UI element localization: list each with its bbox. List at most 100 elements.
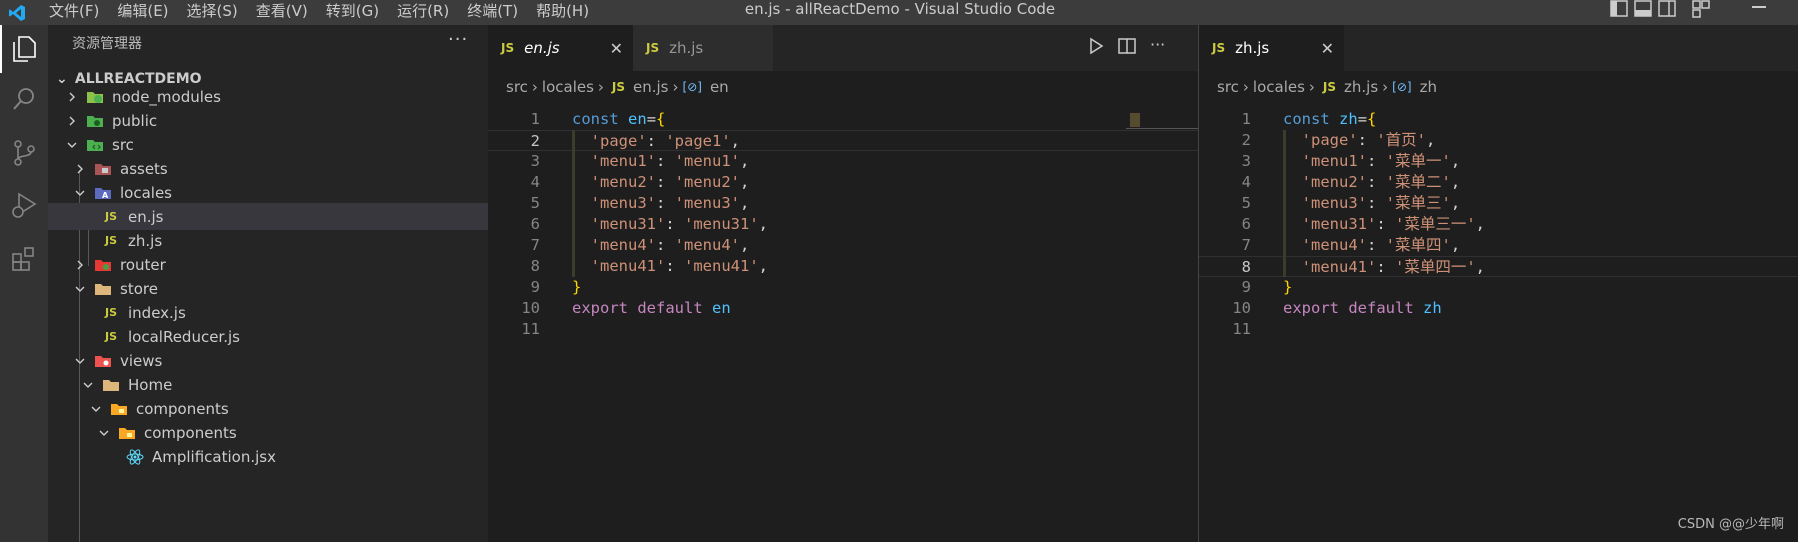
tree-item-local-reducer-js[interactable]: JS localReducer.js — [48, 323, 488, 350]
code-line[interactable]: 9} — [1199, 277, 1798, 298]
code-text: } — [572, 277, 581, 298]
run-icon[interactable] — [1088, 37, 1104, 55]
tree-item-en-js[interactable]: JS en.js — [48, 203, 488, 230]
tree-item-locales[interactable]: A locales — [48, 179, 488, 206]
tree-item-views[interactable]: views — [48, 347, 488, 374]
code-token: 'page1' — [665, 132, 731, 150]
tree-item-components-nested[interactable]: components — [48, 419, 488, 446]
line-number: 10 — [1232, 299, 1251, 317]
tree-item-assets[interactable]: assets — [48, 155, 488, 182]
code-token: : — [656, 236, 675, 254]
menu-view[interactable]: 查看(V) — [247, 0, 317, 25]
tab-zh-js[interactable]: JS zh.js — [633, 25, 773, 71]
customize-layout-icon[interactable] — [1692, 0, 1710, 18]
breadcrumb-symbol[interactable]: en — [710, 78, 729, 96]
code-line[interactable]: 2 'page': '首页', — [1199, 130, 1798, 151]
code-line[interactable]: 8 'menu41': '菜单四一', — [1199, 256, 1798, 277]
search-icon[interactable] — [0, 75, 48, 123]
code-line[interactable]: 2 'page': 'page1', — [488, 130, 1198, 151]
extensions-icon[interactable] — [0, 235, 48, 283]
code-token: , — [740, 173, 750, 191]
code-token: '菜单四一' — [1395, 258, 1476, 276]
tree-item-zh-js[interactable]: JS zh.js — [48, 227, 488, 254]
toggle-sidebar-icon[interactable] — [1610, 0, 1628, 18]
code-token: , — [730, 132, 741, 150]
title-bar: 文件(F) 编辑(E) 选择(S) 查看(V) 转到(G) 运行(R) 终端(T… — [0, 0, 1798, 25]
menu-run[interactable]: 运行(R) — [388, 0, 458, 25]
breadcrumb-src[interactable]: src — [1217, 78, 1239, 96]
breadcrumb-file[interactable]: en.js — [633, 78, 669, 96]
js-file-icon: JS — [1322, 80, 1337, 94]
tree-item-index-js[interactable]: JS index.js — [48, 299, 488, 326]
code-line[interactable]: 4 'menu2': 'menu2', — [488, 172, 1198, 193]
menu-file[interactable]: 文件(F) — [40, 0, 108, 25]
code-line[interactable]: 7 'menu4': '菜单四', — [1199, 235, 1798, 256]
menu-edit[interactable]: 编辑(E) — [108, 0, 177, 25]
code-line[interactable]: 10 export default en — [488, 298, 1198, 319]
tree-item-amplification-jsx[interactable]: Amplification.jsx — [48, 443, 488, 470]
tab-en-js[interactable]: JS en.js ✕ — [488, 25, 633, 71]
code-token: : — [1376, 215, 1395, 233]
breadcrumb: src › locales › JS en.js › [⊘] en — [506, 71, 729, 103]
source-control-icon[interactable] — [0, 129, 48, 177]
run-debug-icon[interactable] — [0, 181, 48, 229]
code-token: } — [572, 278, 582, 296]
code-line[interactable]: 4 'menu2': '菜单二', — [1199, 172, 1798, 193]
more-actions-icon[interactable]: ··· — [448, 29, 468, 50]
close-icon[interactable]: ✕ — [1321, 39, 1334, 58]
code-line[interactable]: 11 — [488, 319, 1198, 340]
toggle-panel-icon[interactable] — [1634, 0, 1652, 18]
breadcrumb-locales[interactable]: locales — [542, 78, 594, 96]
code-line[interactable]: 8 'menu41': 'menu41', — [488, 256, 1198, 277]
code-line[interactable]: 6 'menu31': '菜单三一', — [1199, 214, 1798, 235]
more-actions-icon[interactable]: ··· — [1150, 37, 1165, 55]
tree-item-home[interactable]: Home — [48, 371, 488, 398]
tree-item-router[interactable]: router — [48, 251, 488, 278]
code-line[interactable]: 3 'menu1': '菜单一', — [1199, 151, 1798, 172]
menu-selection[interactable]: 选择(S) — [178, 0, 247, 25]
code-token: , — [740, 152, 750, 170]
tree-item-store[interactable]: store — [48, 275, 488, 302]
code-line[interactable]: 5 'menu3': '菜单三', — [1199, 193, 1798, 214]
breadcrumb-locales[interactable]: locales — [1253, 78, 1305, 96]
code-line[interactable]: 11 — [1199, 319, 1798, 340]
explorer-icon[interactable] — [0, 25, 48, 73]
close-icon[interactable]: ✕ — [610, 39, 623, 58]
minimize-icon[interactable] — [1752, 6, 1766, 8]
code-token: , — [1450, 152, 1461, 170]
split-editor-icon[interactable] — [1118, 37, 1136, 55]
breadcrumb-src[interactable]: src — [506, 78, 528, 96]
code-line[interactable]: 3 'menu1': 'menu1', — [488, 151, 1198, 172]
code-line[interactable]: 1 const zh={ — [1199, 109, 1798, 130]
code-token: en — [712, 299, 731, 317]
tree-item-src[interactable]: src — [48, 131, 488, 158]
js-file-icon: JS — [501, 41, 515, 55]
tree-item-public[interactable]: public — [48, 107, 488, 134]
line-number: 9 — [1241, 278, 1251, 296]
menu-terminal[interactable]: 终端(T) — [458, 0, 527, 25]
menu-help[interactable]: 帮助(H) — [527, 0, 598, 25]
line-number: 5 — [1241, 194, 1251, 212]
code-line[interactable]: 9} — [488, 277, 1198, 298]
breadcrumb-symbol[interactable]: zh — [1420, 78, 1437, 96]
code-token: { — [1367, 110, 1377, 128]
code-line[interactable]: 5 'menu3': 'menu3', — [488, 193, 1198, 214]
breadcrumb-file[interactable]: zh.js — [1344, 78, 1378, 96]
code-line[interactable]: 10 export default zh — [1199, 298, 1798, 319]
minimap[interactable] — [1126, 109, 1198, 129]
tab-zh-js[interactable]: JS zh.js ✕ — [1199, 25, 1344, 71]
code-line[interactable]: 1 const en={ — [488, 109, 1198, 130]
folder-public-icon — [86, 113, 104, 129]
code-line[interactable]: 7 'menu4': 'menu4', — [488, 235, 1198, 256]
tree-item-components[interactable]: components — [48, 395, 488, 422]
code-token: , — [1426, 131, 1436, 149]
code-line[interactable]: 6 'menu31': 'menu31', — [488, 214, 1198, 235]
tree-item-node-modules[interactable]: node_modules — [48, 83, 488, 110]
code-text: 'menu2': 'menu2', — [572, 172, 750, 193]
toggle-secondary-sidebar-icon[interactable] — [1658, 0, 1676, 18]
code-token: export — [1283, 299, 1339, 317]
explorer-sidebar: 资源管理器 ··· ⌄ ALLREACTDEMO node_modules pu… — [48, 25, 488, 542]
code-token: 'menu1' — [1301, 152, 1367, 170]
menu-go[interactable]: 转到(G) — [317, 0, 388, 25]
